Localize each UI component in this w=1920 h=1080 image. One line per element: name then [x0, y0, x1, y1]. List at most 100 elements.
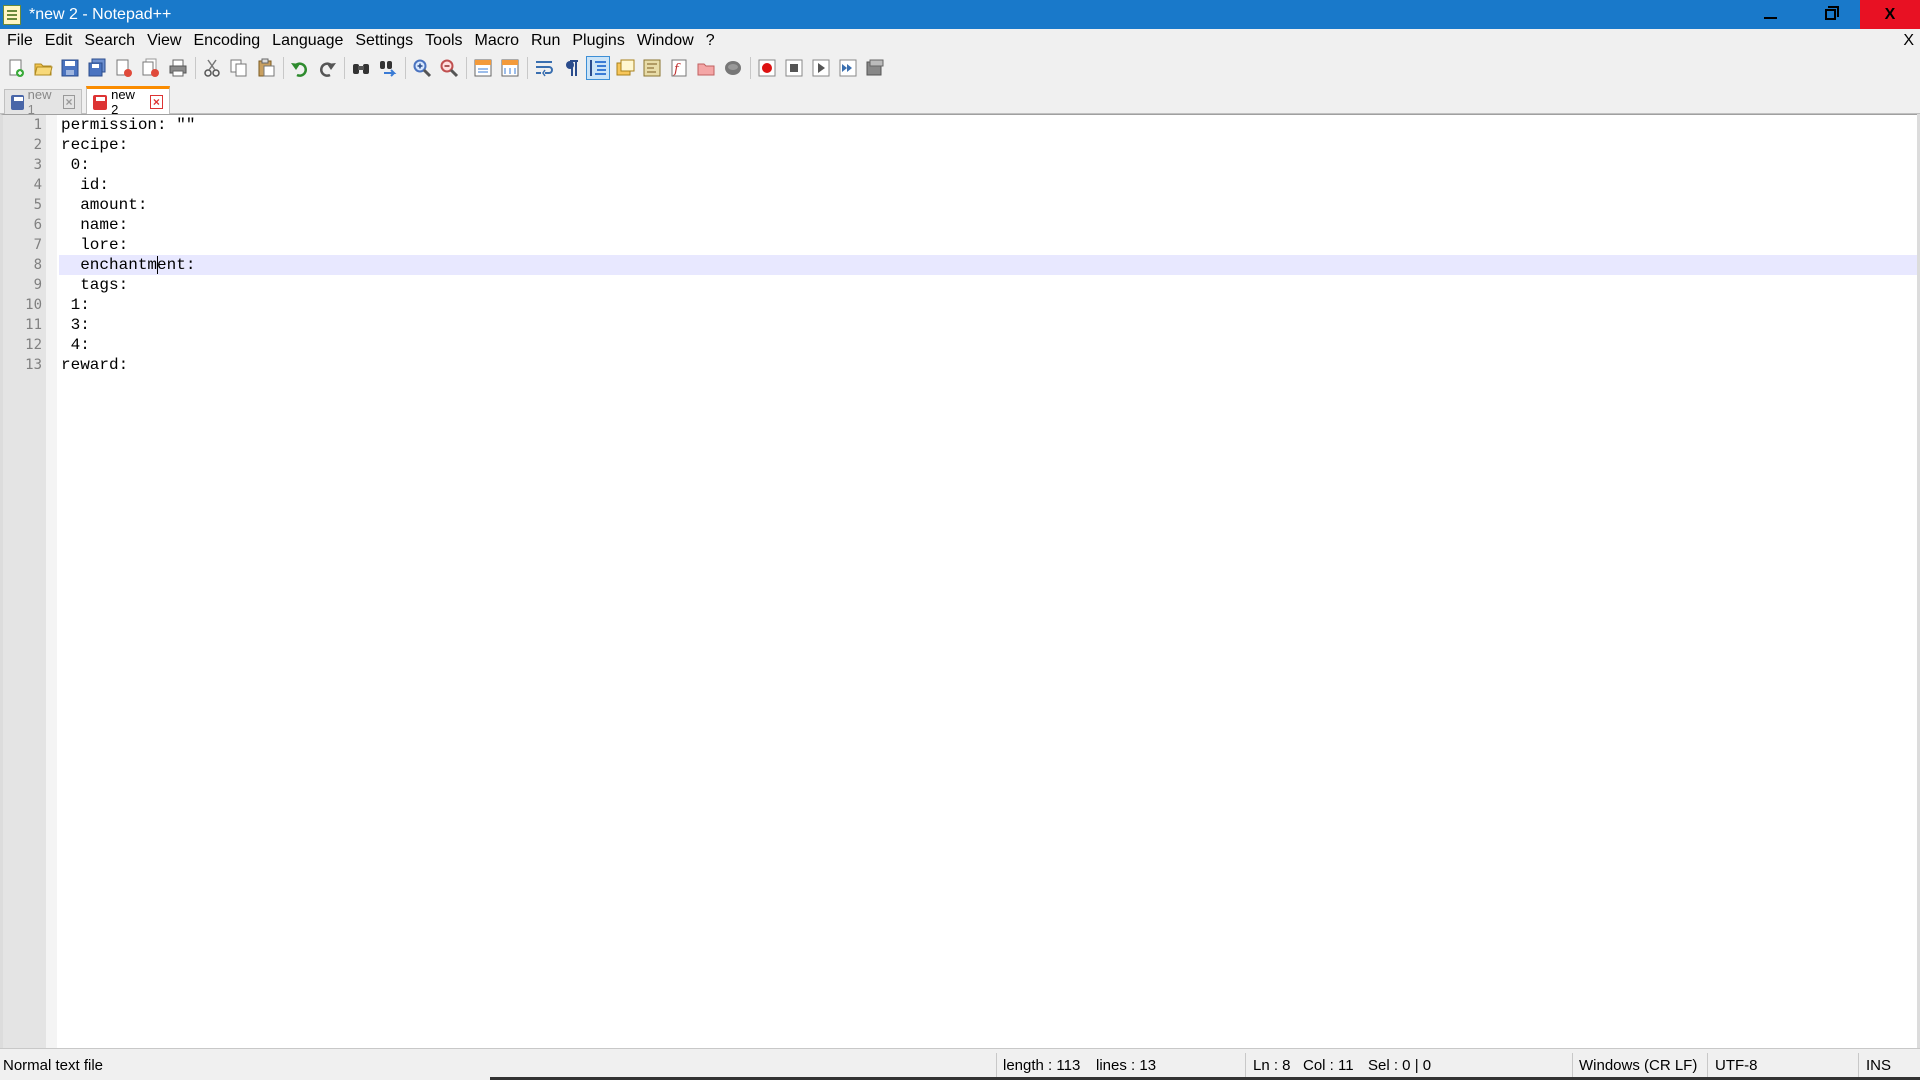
- line-number[interactable]: 10: [3, 295, 42, 315]
- menu-search[interactable]: Search: [78, 29, 141, 53]
- zoom-out-button[interactable]: [437, 56, 461, 80]
- folder-workspace-button[interactable]: [694, 56, 718, 80]
- close-all-icon: [142, 58, 159, 77]
- code-line[interactable]: name:: [59, 215, 1920, 235]
- minimize-button[interactable]: [1740, 0, 1800, 29]
- menu-settings[interactable]: Settings: [349, 29, 419, 53]
- code-line[interactable]: 1:: [59, 295, 1920, 315]
- status-eol-format[interactable]: Windows (CR LF): [1579, 1049, 1697, 1080]
- code-line[interactable]: 3:: [59, 315, 1920, 335]
- menu-help[interactable]: ?: [700, 29, 721, 53]
- undo-button[interactable]: [288, 56, 312, 80]
- code-line[interactable]: reward:: [59, 355, 1920, 375]
- status-encoding[interactable]: UTF-8: [1715, 1049, 1758, 1080]
- menu-macro[interactable]: Macro: [469, 29, 525, 53]
- close-button[interactable]: [112, 56, 136, 80]
- code-line[interactable]: recipe:: [59, 135, 1920, 155]
- close-window-button[interactable]: X: [1860, 0, 1920, 29]
- code-line[interactable]: tags:: [59, 275, 1920, 295]
- text-editor[interactable]: permission: "" recipe: 0: id: amount: nam…: [59, 115, 1920, 1049]
- record-macro-icon: [758, 59, 776, 76]
- status-lines: lines : 13: [1096, 1057, 1157, 1074]
- cut-button[interactable]: [200, 56, 224, 80]
- code-line[interactable]: lore:: [59, 235, 1920, 255]
- line-number[interactable]: 5: [3, 195, 42, 215]
- menu-plugins[interactable]: Plugins: [566, 29, 630, 53]
- editor-area[interactable]: 1 2 3 4 5 6 7 8 9 10 11 12 13 permission: "" recipe: …: [0, 114, 1920, 1049]
- save-button[interactable]: [58, 56, 82, 80]
- restore-button[interactable]: [1800, 0, 1860, 29]
- line-number[interactable]: 8: [3, 255, 42, 275]
- copy-button[interactable]: [227, 56, 251, 80]
- line-number[interactable]: 1: [3, 115, 42, 135]
- paste-icon: [258, 58, 275, 76]
- indent-guide-button[interactable]: [586, 55, 610, 80]
- line-number[interactable]: 13: [3, 355, 42, 375]
- status-line-number: Ln : 8: [1253, 1057, 1291, 1074]
- code-line[interactable]: permission: "": [59, 115, 1920, 135]
- monitoring-button[interactable]: [721, 56, 745, 80]
- line-number[interactable]: 3: [3, 155, 42, 175]
- menu-encoding[interactable]: Encoding: [187, 29, 266, 53]
- menu-run[interactable]: Run: [525, 29, 566, 53]
- print-icon: [169, 59, 187, 76]
- sync-vertical-button[interactable]: [471, 56, 495, 80]
- show-all-chars-button[interactable]: [559, 56, 583, 80]
- fold-margin[interactable]: [46, 115, 57, 1049]
- redo-button[interactable]: [315, 56, 339, 80]
- word-wrap-button[interactable]: [532, 56, 556, 80]
- close-icon: [116, 59, 132, 77]
- menu-window[interactable]: Window: [631, 29, 700, 53]
- status-bar: Normal text file length : 113 lines : 13…: [0, 1048, 1920, 1080]
- print-button[interactable]: [166, 56, 190, 80]
- indent-guide-icon: [590, 59, 606, 76]
- line-number[interactable]: 9: [3, 275, 42, 295]
- notepadpp-app-icon[interactable]: [3, 4, 21, 25]
- new-file-button[interactable]: [4, 56, 28, 80]
- menu-file[interactable]: File: [0, 29, 39, 53]
- line-number[interactable]: 2: [3, 135, 42, 155]
- user-language-button[interactable]: [613, 56, 637, 80]
- save-all-button[interactable]: [85, 56, 109, 80]
- menu-tools[interactable]: Tools: [419, 29, 468, 53]
- find-button[interactable]: [349, 56, 373, 80]
- current-code-line[interactable]: enchantment:: [59, 255, 1920, 275]
- run-multiple-macro-button[interactable]: [836, 56, 860, 80]
- close-document-button[interactable]: X: [1903, 29, 1914, 53]
- play-macro-button[interactable]: [809, 56, 833, 80]
- line-number[interactable]: 6: [3, 215, 42, 235]
- tab-close-icon[interactable]: ×: [149, 95, 163, 109]
- tab-new-1[interactable]: new 1 ×: [4, 87, 82, 117]
- status-insert-mode[interactable]: INS: [1866, 1049, 1891, 1080]
- line-number-gutter[interactable]: 1 2 3 4 5 6 7 8 9 10 11 12 13: [3, 115, 57, 1049]
- menu-language[interactable]: Language: [266, 29, 349, 53]
- line-number[interactable]: 12: [3, 335, 42, 355]
- tab-bar: new 1 × new 2 ×: [0, 86, 1920, 117]
- save-macro-button[interactable]: [863, 56, 887, 80]
- open-file-button[interactable]: [31, 56, 55, 80]
- menu-view[interactable]: View: [141, 29, 187, 53]
- code-line[interactable]: amount:: [59, 195, 1920, 215]
- line-number[interactable]: 11: [3, 315, 42, 335]
- play-macro-icon: [812, 59, 830, 76]
- tab-close-icon[interactable]: ×: [62, 95, 75, 109]
- function-list-button[interactable]: f: [667, 56, 691, 80]
- title-bar[interactable]: *new 2 - Notepad++ X: [0, 0, 1920, 29]
- zoom-in-button[interactable]: [410, 56, 434, 80]
- sync-horizontal-button[interactable]: [498, 56, 522, 80]
- code-line[interactable]: 0:: [59, 155, 1920, 175]
- line-number[interactable]: 7: [3, 235, 42, 255]
- menu-edit[interactable]: Edit: [39, 29, 79, 53]
- paste-button[interactable]: [254, 56, 278, 80]
- replace-button[interactable]: [376, 56, 400, 80]
- tab-new-2[interactable]: new 2 ×: [86, 86, 170, 117]
- stop-record-icon: [785, 59, 803, 76]
- close-all-button[interactable]: [139, 56, 163, 80]
- record-macro-button[interactable]: [755, 56, 779, 80]
- copy-icon: [230, 59, 247, 76]
- code-line[interactable]: 4:: [59, 335, 1920, 355]
- code-line[interactable]: id:: [59, 175, 1920, 195]
- stop-record-button[interactable]: [782, 56, 806, 80]
- line-number[interactable]: 4: [3, 175, 42, 195]
- document-map-button[interactable]: [640, 56, 664, 80]
